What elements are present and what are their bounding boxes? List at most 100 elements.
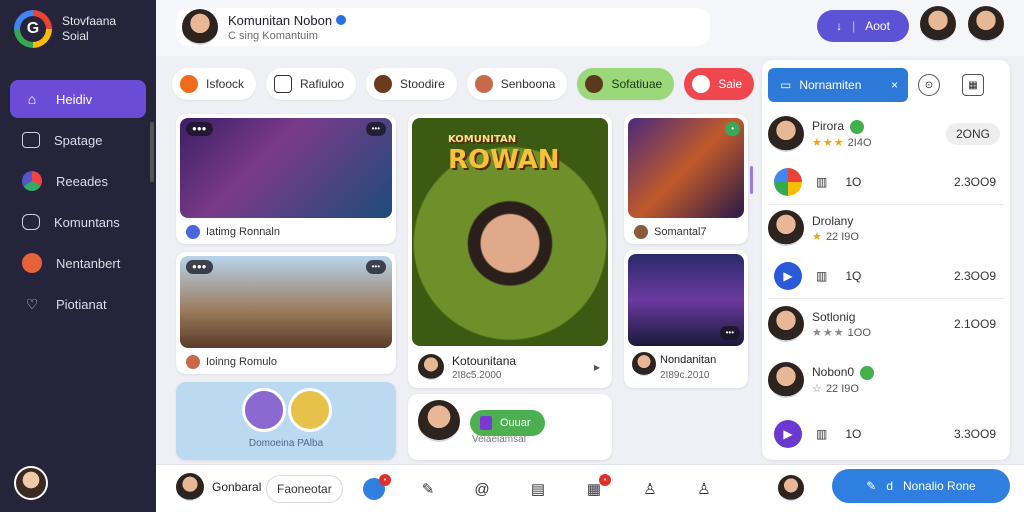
edit-icon[interactable]: ✎: [416, 477, 440, 501]
post-card-night[interactable]: ••• Nondanitan 2I89c.2010: [624, 250, 748, 388]
sidebar-item-home[interactable]: ⌂ Heidiv: [10, 80, 146, 118]
pencil-icon: ✎: [866, 479, 877, 493]
friend-avatar-2[interactable]: [968, 6, 1004, 42]
status-chip[interactable]: Faoneotar: [266, 475, 343, 503]
sidebar-item-folder[interactable]: Komuntans: [10, 203, 146, 241]
post-card-blue[interactable]: Domoeina PAlba: [176, 382, 396, 460]
online-icon: [850, 119, 865, 134]
row-info: Sotlonig ★★★ 1OO: [812, 310, 871, 339]
chip-senboona[interactable]: Senboona: [466, 68, 568, 100]
row-sub: ★★★ 1OO: [812, 326, 871, 339]
chat-icon[interactable]: •: [362, 474, 391, 501]
globe-icon: [186, 225, 200, 239]
folder-icon: [22, 214, 40, 230]
sidebar-item-label: Spatage: [54, 132, 103, 148]
sidebar-item-label: Reeades: [56, 173, 109, 189]
feed-scrollbar[interactable]: [750, 166, 753, 194]
divider-icon: |: [852, 19, 856, 33]
people-icon[interactable]: ♙: [692, 477, 716, 501]
panel-row-6[interactable]: Nobon0 ☆ 22 I9O: [768, 362, 1004, 398]
page-subtitle: C sing Komantuim: [228, 29, 318, 42]
post-button[interactable]: ↓ | Aoot: [817, 10, 909, 42]
hero-title: KOMUNITAN ROWAN: [448, 134, 572, 175]
document-icon: ▭: [780, 78, 792, 92]
sidebar-item-heart[interactable]: ♡ Piotianat: [10, 285, 146, 323]
sidebar-item-palette[interactable]: Reeades: [10, 162, 146, 200]
chip-label: Isfoock: [206, 77, 245, 91]
controller-icon: [692, 75, 711, 93]
chip-isfoock[interactable]: Isfoock: [172, 68, 257, 100]
at-icon[interactable]: @: [470, 477, 494, 501]
sidebar-item-label: Piotianat: [56, 296, 107, 312]
header-text: Komunitan Nobon C sing Komantuim: [228, 13, 347, 42]
chip-sofatiuae[interactable]: Sofatiuae: [577, 68, 675, 100]
row-value: 3.3OO9: [953, 427, 996, 441]
verified-icon: [336, 15, 347, 25]
calendar-icon[interactable]: ▦: [962, 74, 984, 96]
join-pill[interactable]: Ouuar: [470, 410, 545, 436]
grid-icon[interactable]: ▦ •: [582, 474, 611, 501]
brand-text: Stovfaana Soial: [62, 14, 116, 44]
sidebar-item-face[interactable]: Nentanbert: [10, 244, 146, 282]
sidebar-scrollbar[interactable]: [150, 122, 154, 182]
status-badge: •: [725, 122, 740, 136]
friend-avatar[interactable]: [778, 475, 804, 501]
user-avatar[interactable]: [14, 466, 48, 500]
panel-row-3[interactable]: Drolany ★ 22 I9O: [768, 210, 1004, 246]
row-name: Nobon0: [812, 365, 875, 380]
book-icon[interactable]: ▤: [526, 477, 550, 501]
play-icon[interactable]: ▸: [594, 360, 600, 374]
row-name-text: Nobon0: [812, 365, 855, 380]
right-panel: ▭ Nornamiten × ⊙ ▦ Pirora ★★★ 2I4O 2ONG …: [762, 60, 1010, 460]
hero-subtitle: KOMUNITAN: [448, 134, 517, 145]
panel-row-7[interactable]: ▶ ▥ 1O 3.3OO9: [768, 420, 1004, 448]
chip-saie[interactable]: Saie: [684, 68, 755, 100]
card-meta: 2I8c5.2000: [452, 370, 502, 381]
user-avatar: [768, 116, 804, 152]
card-caption: Kotounitana: [452, 354, 517, 368]
row-value: 2.1OO9: [953, 317, 996, 331]
sidebar-item-label: Heidiv: [56, 91, 93, 107]
current-user[interactable]: Gonbaral: [176, 473, 261, 501]
community-header[interactable]: Komunitan Nobon C sing Komantuim: [176, 8, 710, 46]
live-badge: ●●●: [186, 122, 213, 136]
panel-row-1[interactable]: Pirora ★★★ 2I4O 2ONG: [768, 116, 1004, 152]
user-name: Gonbaral: [212, 480, 262, 494]
post-card-hero[interactable]: KOMUNITAN ROWAN Kotounitana 2I8c5.2000 ▸: [408, 114, 612, 388]
chip-rafiuloo[interactable]: Rafiuloo: [266, 68, 357, 100]
row-info: Pirora ★★★ 2I4O: [812, 119, 872, 149]
panel-row-2[interactable]: ▥ 1O 2.3OO9: [768, 168, 1004, 196]
row-sub: ★ 22 I9O: [812, 230, 859, 243]
panel-row-4[interactable]: ▶ ▥ 1Q 2.3OO9: [768, 262, 1004, 290]
card-caption: Ioinng Romulo: [186, 355, 277, 369]
stars-icon: ★★★: [812, 326, 845, 339]
row-name-text: Pirora: [812, 119, 845, 134]
sidebar-item-inbox[interactable]: Spatage: [10, 121, 146, 159]
row-count: 1O: [845, 175, 862, 189]
card-caption: Somantal7: [634, 225, 707, 239]
post-card-bottom[interactable]: Ouuar Veiaelamsal: [408, 394, 612, 460]
close-icon[interactable]: ×: [891, 78, 908, 92]
sidebar: G Stovfaana Soial ⌂ Heidiv Spatage Reead…: [0, 0, 156, 512]
cta-button[interactable]: ✎ d Nonalio Rone: [832, 469, 1010, 503]
profile-icon[interactable]: ♙: [638, 477, 662, 501]
brand[interactable]: G Stovfaana Soial: [14, 10, 116, 48]
row-score: 1OO: [847, 326, 871, 339]
post-image: [180, 118, 392, 218]
row-name: Sotlonig: [812, 309, 856, 324]
post-card-group[interactable]: ●●● ••• Ioinng Romulo: [176, 252, 396, 374]
friend-avatar-1[interactable]: [920, 6, 956, 42]
post-card-party[interactable]: ●●● ••• Iatimg Ronnaln: [176, 114, 396, 244]
avatar-icon: [634, 225, 648, 239]
post-card-game[interactable]: • Somantal7: [624, 114, 748, 244]
panel-tab[interactable]: ▭ Nornamiten ×: [768, 68, 908, 102]
panel-row-5[interactable]: Sotlonig ★★★ 1OO 2.1OO9: [768, 306, 1004, 342]
avatar-icon: [374, 75, 393, 93]
user-avatar: [768, 362, 804, 398]
refresh-icon[interactable]: ⊙: [918, 74, 940, 96]
chip-stoodire[interactable]: Stoodire: [366, 68, 457, 100]
filter-chips: Isfoock Rafiuloo Stoodire Senboona Sofat…: [172, 68, 755, 100]
flame-icon: [180, 75, 198, 93]
play-icon: ▶: [774, 262, 802, 290]
hero-title-text: ROWAN: [448, 145, 560, 175]
